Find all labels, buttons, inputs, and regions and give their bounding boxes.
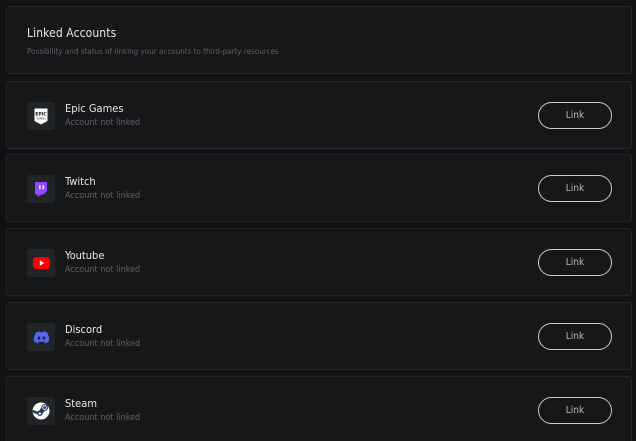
account-row-steam: Steam Account not linked Link: [6, 376, 632, 441]
linked-accounts-header: Linked Accounts Possibility and status o…: [6, 6, 632, 74]
account-status: Account not linked: [65, 339, 141, 349]
svg-text:GAMES: GAMES: [36, 116, 46, 120]
link-discord-button[interactable]: Link: [538, 323, 612, 350]
account-name: Discord: [65, 323, 103, 336]
account-name: Twitch: [65, 175, 96, 188]
epic-games-icon: EPIC GAMES: [27, 102, 55, 130]
steam-icon: [27, 397, 55, 425]
account-row-epic-games: EPIC GAMES Epic Games Account not linked…: [6, 81, 632, 149]
twitch-icon: [27, 175, 55, 203]
account-name: Steam: [65, 397, 97, 410]
linked-accounts-page: Linked Accounts Possibility and status o…: [0, 0, 636, 441]
link-steam-button[interactable]: Link: [538, 397, 612, 424]
account-name: Epic Games: [65, 102, 124, 115]
section-title: Linked Accounts: [27, 26, 117, 40]
link-epic-games-button[interactable]: Link: [538, 102, 612, 129]
account-row-youtube: Youtube Account not linked Link: [6, 228, 632, 296]
account-status: Account not linked: [65, 265, 141, 275]
discord-icon: [27, 323, 55, 351]
account-status: Account not linked: [65, 118, 141, 128]
account-status: Account not linked: [65, 191, 141, 201]
link-twitch-button[interactable]: Link: [538, 175, 612, 202]
account-status: Account not linked: [65, 413, 141, 423]
link-youtube-button[interactable]: Link: [538, 249, 612, 276]
youtube-icon: [27, 249, 55, 277]
account-row-discord: Discord Account not linked Link: [6, 302, 632, 370]
account-name: Youtube: [65, 249, 105, 262]
section-subtitle: Possibility and status of linking your a…: [27, 47, 279, 56]
account-row-twitch: Twitch Account not linked Link: [6, 154, 632, 222]
